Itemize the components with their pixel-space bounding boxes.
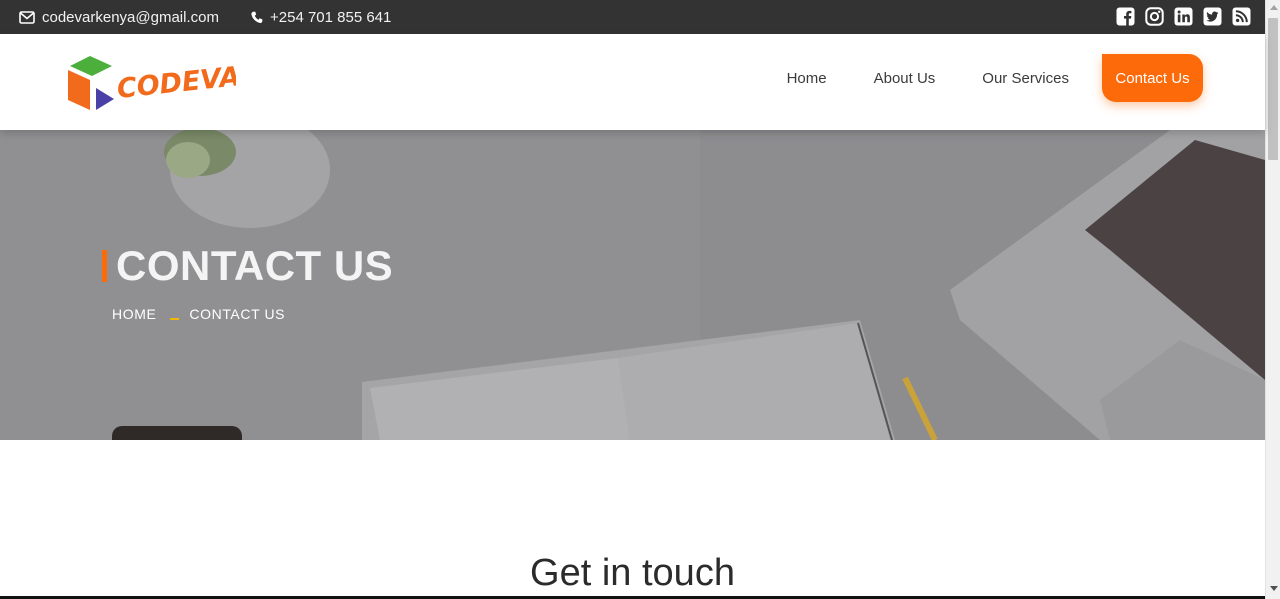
email-text: codevarkenya@gmail.com (42, 8, 219, 26)
nav-about-us[interactable]: About Us (874, 70, 936, 87)
phone-icon (251, 11, 263, 24)
codevar-logo[interactable]: CODEVAR (66, 54, 262, 114)
nav-home[interactable]: Home (787, 70, 827, 87)
facebook-icon[interactable] (1116, 7, 1135, 26)
phone-text: +254 701 855 641 (270, 8, 392, 26)
instagram-icon[interactable] (1145, 7, 1164, 26)
nav-contact-us-button[interactable]: Contact Us (1102, 54, 1203, 102)
page-title: CONTACT US (116, 242, 394, 289)
envelope-icon (19, 10, 35, 24)
email-link[interactable]: codevarkenya@gmail.com (19, 0, 219, 34)
nav-our-services[interactable]: Our Services (982, 70, 1069, 87)
logo-wordmark: CODEVAR (115, 59, 262, 105)
scrollbar-thumb[interactable] (1268, 18, 1278, 160)
hero-banner: CONTACT US HOME CONTACT US (0, 130, 1265, 440)
rss-icon[interactable] (1232, 7, 1251, 26)
page-scrollbar[interactable] (1265, 0, 1280, 599)
site-header: CODEVAR Home About Us Our Services Conta… (0, 34, 1265, 130)
scroll-down-arrow-icon[interactable] (1270, 586, 1278, 591)
breadcrumb-home[interactable]: HOME (112, 306, 156, 322)
social-links (1116, 7, 1251, 26)
get-in-touch-heading: Get in touch (530, 552, 735, 594)
svg-text:CODEVAR: CODEVAR (115, 59, 236, 105)
breadcrumb: HOME CONTACT US (112, 306, 285, 322)
main-nav: Home About Us Our Services Contact Us (740, 54, 1203, 102)
linkedin-icon[interactable] (1174, 7, 1193, 26)
title-accent-bar (102, 250, 107, 282)
scroll-up-arrow-icon[interactable] (1270, 5, 1278, 10)
breadcrumb-current: CONTACT US (189, 306, 286, 322)
hero-title-wrap: CONTACT US (102, 242, 393, 290)
phone-link[interactable]: +254 701 855 641 (251, 0, 391, 34)
breadcrumb-separator (170, 317, 180, 320)
twitter-icon[interactable] (1203, 7, 1222, 26)
top-bar: codevarkenya@gmail.com +254 701 855 641 (0, 0, 1265, 34)
